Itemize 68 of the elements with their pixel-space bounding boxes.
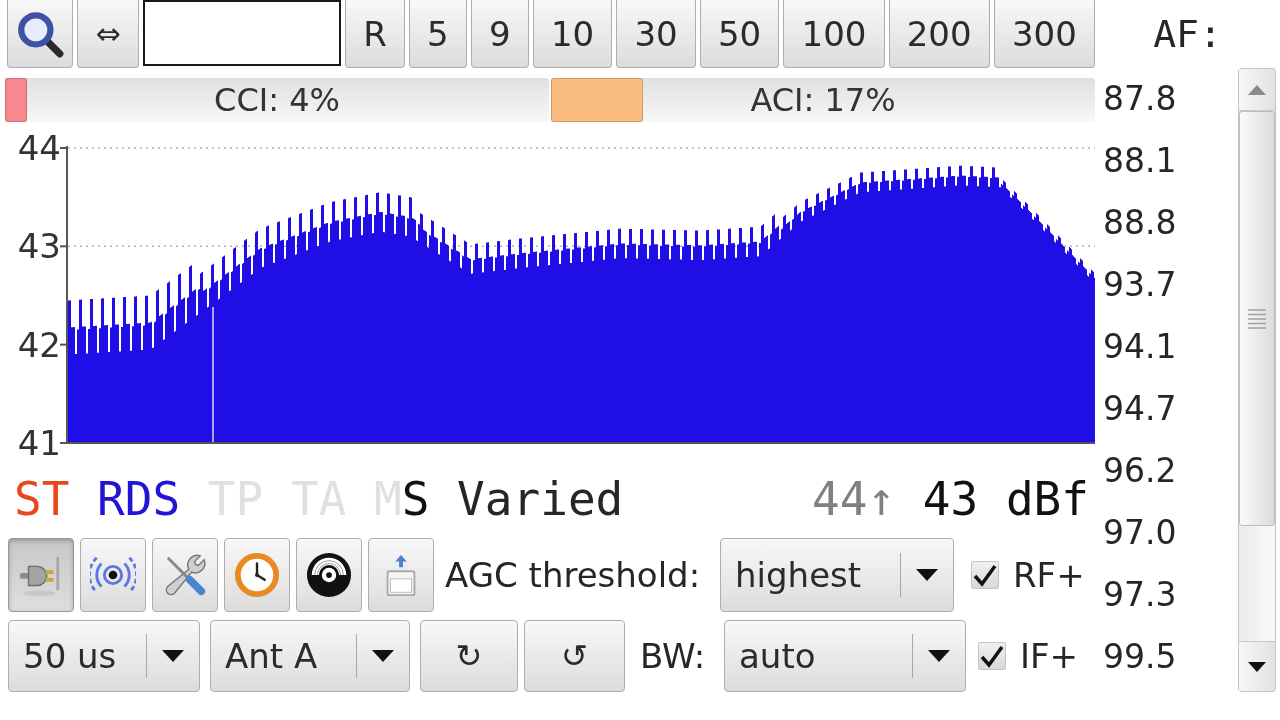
toggle-button[interactable] [368,538,434,612]
axis-label: 44 [17,130,61,168]
scrollbar-thumb[interactable] [1239,111,1275,526]
rotate-button[interactable]: ↺ [524,620,625,692]
frequency-input[interactable] [143,0,341,66]
caret-down-icon [162,650,184,662]
if-plus-label[interactable]: IF+ [1020,639,1079,673]
frequency-list-item[interactable]: 93.7 [1103,254,1238,316]
step-button[interactable]: 10 [532,0,613,68]
checkbox[interactable] [978,642,1006,670]
music-speech-label: S [401,476,430,522]
step-button[interactable]: 5 [408,0,467,68]
antenna-dropdown[interactable]: Ant A [210,620,410,692]
meter-label: CCI: 4% [214,84,340,116]
swap-button[interactable]: ⇔ [77,0,139,68]
step-button[interactable]: 200 [888,0,990,68]
clock-icon [234,552,280,598]
step-button[interactable]: 50 [699,0,780,68]
caret-down-icon [916,569,938,581]
frequency-list-item[interactable]: 94.7 [1103,378,1238,440]
rf-plus-label[interactable]: RF+ [1013,558,1085,592]
caret-down-icon [372,650,394,662]
step-button[interactable]: 300 [993,0,1095,68]
frequency-list-item[interactable]: 88.8 [1103,192,1238,254]
step-button[interactable]: R [345,0,405,68]
scroll-down-button[interactable] [1239,641,1275,691]
step-button[interactable]: 9 [470,0,529,68]
frequency-list-item[interactable]: 96.2 [1103,440,1238,502]
tick-icon [980,644,1004,668]
search-button[interactable] [7,0,73,68]
axis-label: 41 [17,423,61,460]
toggle-button[interactable] [296,538,362,612]
deemphasis-dropdown[interactable]: 50 us [8,620,200,692]
frequency-list-item[interactable]: 88.1 [1103,130,1238,192]
caret-up-icon [1248,84,1266,95]
bandwidth-dropdown[interactable]: auto [724,620,966,692]
caret-down-icon [928,650,950,662]
bandwidth-label: BW: [640,639,707,673]
toggle-button[interactable] [224,538,290,612]
step-button[interactable]: 30 [616,0,696,68]
axis-label: 43 [17,226,61,267]
max-signal-text: 44↑ [812,476,896,522]
toggle-button[interactable] [152,538,218,612]
toggle-button[interactable] [8,538,74,612]
agc-threshold-label: AGC threshold: [445,558,702,592]
step-button[interactable]: 100 [783,0,885,68]
toggle-button[interactable] [80,538,146,612]
indicator-label: RDS [97,476,181,522]
disc-icon [306,552,352,598]
frequency-list-item[interactable]: 97.3 [1103,564,1238,626]
frequency-list-item[interactable]: 97.0 [1103,502,1238,564]
rotate-button[interactable]: ↻ [420,620,518,692]
agc-threshold-dropdown[interactable]: highest [720,538,954,612]
scrollbar[interactable] [1238,68,1276,692]
grip-icon [1248,308,1266,329]
pty-text: Varied [457,476,624,522]
axis-label: 42 [17,324,61,365]
signal-strength-text: 43 dBf [922,476,1089,522]
frequency-list-item[interactable]: 87.8 [1103,68,1238,130]
indicator-label: ST [14,476,70,522]
af-heading: AF: [1153,15,1222,53]
checkbox[interactable] [971,561,999,589]
meter-label: ACI: 17% [750,84,896,116]
frequency-list-item[interactable]: 99.5 [1103,626,1238,688]
scroll-up-button[interactable] [1239,69,1275,111]
frequency-list-item[interactable]: 94.1 [1103,316,1238,378]
caret-down-icon [1248,661,1266,672]
tick-icon [973,563,997,587]
